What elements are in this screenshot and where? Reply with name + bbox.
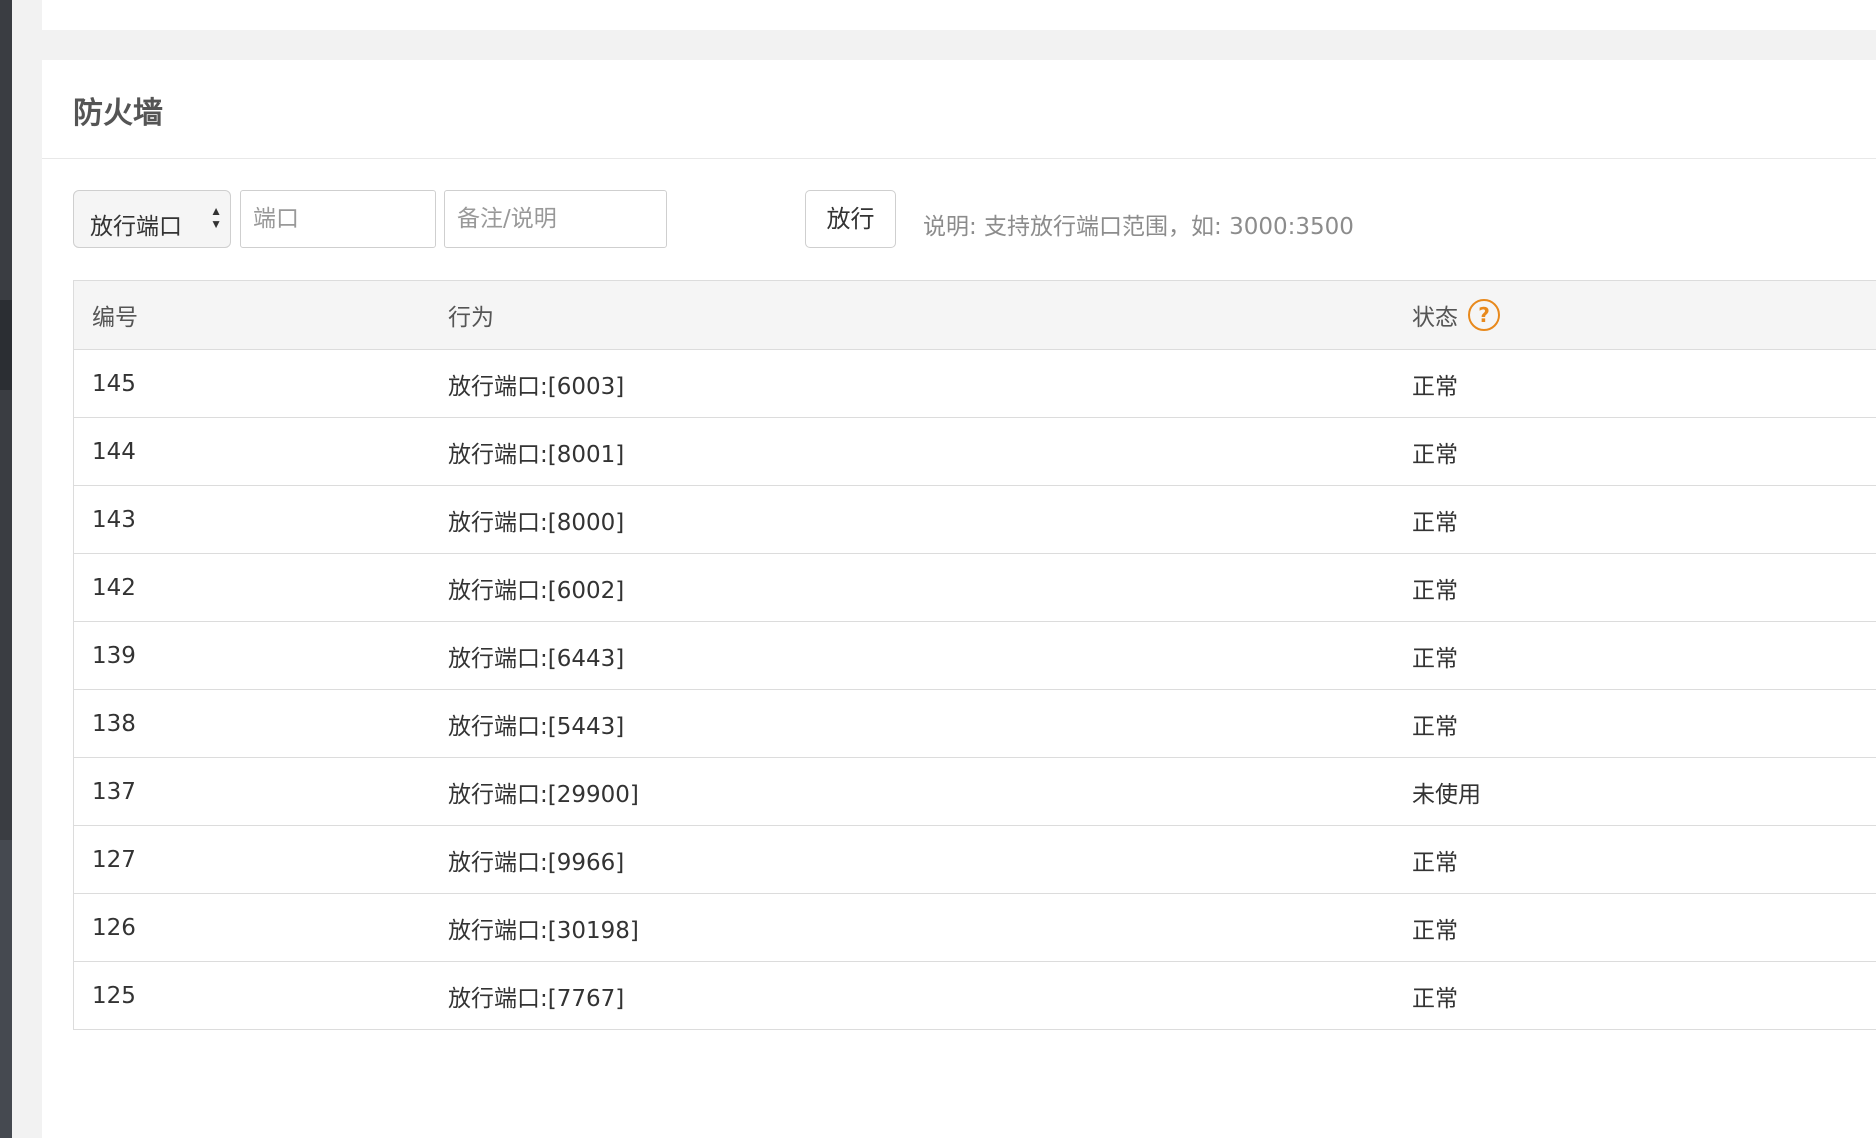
rule-type-select[interactable]: 放行端口 ▲ ▼	[73, 190, 231, 248]
row-id: 142	[92, 574, 136, 601]
help-question-icon[interactable]: ?	[1468, 299, 1500, 331]
row-action: 放行端口:[8001]	[448, 441, 625, 468]
table-row: 144 放行端口:[8001] 正常	[74, 418, 1876, 486]
table-header: 编号 行为 状态 ?	[74, 281, 1876, 350]
row-action: 放行端口:[6002]	[448, 577, 625, 604]
port-input[interactable]: 端口	[240, 190, 436, 248]
row-id: 137	[92, 778, 136, 805]
note-input-placeholder: 备注/说明	[457, 206, 557, 232]
note-input[interactable]: 备注/说明	[444, 190, 667, 248]
row-action: 放行端口:[6443]	[448, 645, 625, 672]
row-action: 放行端口:[6003]	[448, 373, 625, 400]
table-row: 125 放行端口:[7767] 正常	[74, 962, 1876, 1030]
row-action: 放行端口:[30198]	[448, 917, 639, 944]
row-status: 正常	[1412, 917, 1458, 944]
allow-port-button[interactable]: 放行	[805, 190, 896, 248]
table-row: 137 放行端口:[29900] 未使用	[74, 758, 1876, 826]
header-action: 行为	[448, 305, 494, 331]
header-status-label: 状态	[1412, 305, 1458, 331]
port-input-placeholder: 端口	[253, 206, 299, 232]
range-hint-text: 说明: 支持放行端口范围，如: 3000:3500	[923, 214, 1354, 240]
row-id: 138	[92, 710, 136, 737]
table-row: 139 放行端口:[6443] 正常	[74, 622, 1876, 690]
firewall-panel: 防火墙 放行端口 ▲ ▼ 端口 备注/说明 放行 说明: 支持放行端口范围，如: …	[42, 60, 1876, 1138]
panel-divider	[42, 158, 1876, 159]
row-status: 正常	[1412, 645, 1458, 672]
row-id: 139	[92, 642, 136, 669]
rule-type-select-value: 放行端口	[90, 214, 182, 240]
row-status: 正常	[1412, 713, 1458, 740]
sidebar-edge-segment	[0, 300, 12, 390]
firewall-rules-table: 编号 行为 状态 ? 145 放行端口:[6003] 正常 144 放行端口:[…	[73, 280, 1876, 1030]
sidebar-edge-segment	[0, 840, 12, 1138]
row-action: 放行端口:[5443]	[448, 713, 625, 740]
select-arrows-icon: ▲ ▼	[210, 204, 222, 231]
left-sidebar-edge	[0, 0, 12, 1138]
firewall-toolbar: 放行端口 ▲ ▼ 端口 备注/说明 放行 说明: 支持放行端口范围，如: 3000…	[73, 190, 1873, 250]
row-status: 正常	[1412, 441, 1458, 468]
row-status: 正常	[1412, 373, 1458, 400]
panel-title: 防火墙	[73, 96, 163, 131]
table-row: 126 放行端口:[30198] 正常	[74, 894, 1876, 962]
row-id: 143	[92, 506, 136, 533]
row-id: 125	[92, 982, 136, 1009]
table-row: 143 放行端口:[8000] 正常	[74, 486, 1876, 554]
row-id: 144	[92, 438, 136, 465]
row-action: 放行端口:[9966]	[448, 849, 625, 876]
header-status: 状态 ?	[1412, 281, 1500, 349]
previous-panel	[42, 0, 1876, 30]
row-status: 正常	[1412, 985, 1458, 1012]
row-status: 正常	[1412, 577, 1458, 604]
table-row: 127 放行端口:[9966] 正常	[74, 826, 1876, 894]
header-id: 编号	[92, 305, 138, 331]
row-status: 未使用	[1412, 781, 1481, 808]
table-row: 138 放行端口:[5443] 正常	[74, 690, 1876, 758]
row-status: 正常	[1412, 849, 1458, 876]
row-status: 正常	[1412, 509, 1458, 536]
row-action: 放行端口:[29900]	[448, 781, 639, 808]
row-id: 127	[92, 846, 136, 873]
table-row: 142 放行端口:[6002] 正常	[74, 554, 1876, 622]
row-action: 放行端口:[7767]	[448, 985, 625, 1012]
row-id: 145	[92, 370, 136, 397]
row-id: 126	[92, 914, 136, 941]
row-action: 放行端口:[8000]	[448, 509, 625, 536]
table-row: 145 放行端口:[6003] 正常	[74, 350, 1876, 418]
